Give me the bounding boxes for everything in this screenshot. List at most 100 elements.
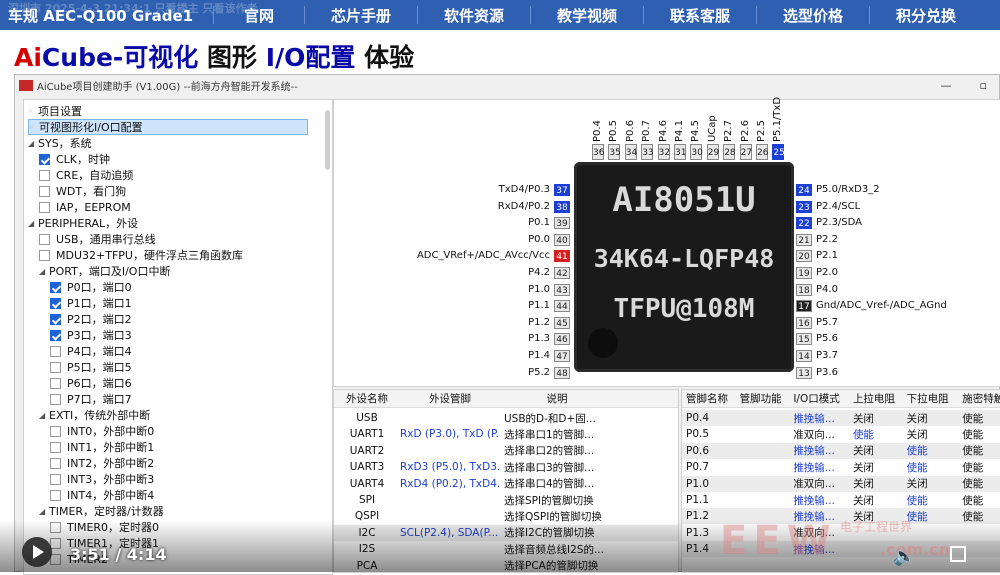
table-row[interactable]: P0.6 推挽输... 关闭 使能 使能 — [682, 442, 1000, 459]
tree-item[interactable]: IAP，EEPROM — [39, 199, 131, 215]
checkbox[interactable] — [39, 249, 50, 261]
pin-pull-down[interactable]: 使能 — [903, 443, 959, 458]
pin-schmitt[interactable]: 使能 — [958, 460, 1000, 475]
pin-number[interactable]: 31 — [674, 144, 686, 160]
checkbox[interactable] — [50, 489, 61, 501]
column-header[interactable]: 外设管脚 — [396, 391, 500, 406]
checkbox[interactable] — [39, 233, 50, 245]
pin-schmitt[interactable]: 使能 — [958, 427, 1000, 442]
nav-item-software[interactable]: 软件资源 — [426, 5, 522, 26]
tree-item[interactable]: INT0，外部中断0 — [50, 423, 154, 439]
column-header[interactable]: 施密特触... — [958, 391, 1000, 406]
checkbox[interactable] — [39, 201, 50, 213]
pin-pull-down[interactable]: 关闭 — [903, 476, 959, 491]
nav-item-service[interactable]: 联系客服 — [652, 5, 748, 26]
pin-schmitt[interactable]: 使能 — [958, 443, 1000, 458]
pin-io-mode[interactable]: 准双向... — [789, 476, 849, 491]
tree-item[interactable]: USB，通用串行总线 — [39, 231, 156, 247]
pin-number[interactable]: 18 — [796, 283, 812, 296]
tree-item[interactable]: ◢ SYS，系统 — [28, 135, 92, 151]
nav-item-points[interactable]: 积分兑换 — [878, 5, 974, 26]
pin-number[interactable]: 26 — [756, 144, 768, 160]
pin-io-mode[interactable]: 推挽输... — [789, 443, 849, 458]
column-header[interactable]: 管脚名称 — [682, 391, 736, 406]
table-row[interactable]: UART4 RxD4 (P0.2), TxD4... 选择串口4的管脚... — [334, 476, 678, 492]
pin-number[interactable]: 44 — [554, 300, 570, 313]
pin-number[interactable]: 24 — [796, 184, 812, 196]
pin-number[interactable]: 38 — [554, 200, 570, 213]
checkbox[interactable] — [39, 185, 50, 197]
pin-number[interactable]: 23 — [796, 200, 812, 213]
expand-arrow-icon[interactable]: ◢ — [28, 139, 38, 148]
tree-item[interactable]: ◢ EXTI，传统外部中断 — [39, 407, 150, 423]
expand-arrow-icon[interactable]: ◢ — [39, 267, 49, 276]
checkbox[interactable] — [39, 153, 50, 165]
pin-number[interactable]: 32 — [657, 144, 670, 160]
pin-number[interactable]: 42 — [554, 267, 570, 279]
checkbox[interactable] — [50, 425, 61, 437]
tree-item[interactable]: MDU32+TFPU，硬件浮点三角函数库 — [39, 247, 243, 263]
tree-item[interactable]: INT3，外部中断3 — [50, 471, 154, 487]
table-row[interactable]: P0.7 推挽输... 关闭 使能 使能 — [682, 459, 1000, 475]
maximize-icon[interactable]: ▫ — [980, 79, 987, 92]
nav-item-video[interactable]: 教学视频 — [539, 5, 635, 26]
pin-number[interactable]: 16 — [796, 316, 812, 329]
play-button[interactable] — [22, 537, 52, 567]
pin-number[interactable]: 34 — [624, 144, 637, 160]
pin-number[interactable]: 29 — [706, 144, 719, 160]
tree-item[interactable]: ◢ PORT，端口及I/O口中断 — [39, 263, 170, 279]
tree-item[interactable]: INT4，外部中断4 — [50, 487, 154, 503]
pin-number[interactable]: 46 — [554, 333, 570, 346]
tree-item[interactable]: ◦ 项目设置 — [28, 103, 82, 119]
minimize-icon[interactable]: — — [941, 79, 952, 92]
checkbox[interactable] — [50, 457, 61, 469]
checkbox[interactable] — [50, 281, 61, 293]
pin-schmitt[interactable]: 使能 — [958, 476, 1000, 491]
pin-number[interactable]: 37 — [554, 184, 570, 196]
column-header[interactable]: 管脚功能 — [736, 391, 790, 406]
table-row[interactable]: UART1 RxD (P3.0), TxD (P... 选择串口1的管脚... — [334, 426, 678, 442]
pin-number[interactable]: 19 — [796, 267, 812, 279]
pin-pull-down[interactable]: 关闭 — [903, 427, 959, 442]
tree-item[interactable]: ◦ 可视图形化I/O口配置 — [28, 119, 308, 135]
checkbox[interactable] — [50, 297, 61, 309]
checkbox[interactable] — [50, 377, 61, 389]
expand-arrow-icon[interactable]: ◢ — [28, 219, 38, 228]
tree-item[interactable]: P0口，端口0 — [50, 279, 132, 295]
tree-item[interactable]: P4口，端口4 — [50, 343, 132, 359]
pin-io-mode[interactable]: 推挽输... — [789, 460, 849, 475]
table-row[interactable]: P1.1 推挽输... 关闭 使能 使能 — [682, 492, 1000, 508]
tree-item[interactable]: INT2，外部中断2 — [50, 455, 154, 471]
expand-arrow-icon[interactable]: ◢ — [39, 411, 49, 420]
expand-arrow-icon[interactable]: ◢ — [39, 507, 49, 516]
pin-number[interactable]: 35 — [608, 144, 621, 160]
column-header[interactable]: I/O口模式 — [789, 391, 849, 406]
tree-item[interactable]: CRE，自动追频 — [39, 167, 133, 183]
table-row[interactable]: USB USB的D-和D+固... — [334, 410, 678, 426]
volume-icon[interactable]: 🔈 — [893, 546, 915, 567]
table-row[interactable]: SPI 选择SPI的管脚切换 — [334, 492, 678, 508]
table-row[interactable]: P0.4 推挽输... 关闭 关闭 使能 — [682, 410, 1000, 426]
pin-number[interactable]: 41 — [554, 250, 570, 263]
tree-item[interactable]: P3口，端口3 — [50, 327, 132, 343]
pin-pull-down[interactable]: 关闭 — [903, 411, 959, 426]
checkbox[interactable] — [50, 345, 61, 357]
pin-number[interactable]: 47 — [554, 350, 570, 362]
pin-number[interactable]: 14 — [796, 350, 812, 362]
pin-number[interactable]: 22 — [796, 217, 812, 230]
table-row[interactable]: UART2 选择串口2的管脚... — [334, 443, 678, 459]
pin-pull-up[interactable]: 关闭 — [849, 460, 903, 475]
pin-number[interactable]: 33 — [641, 144, 654, 160]
pin-schmitt[interactable]: 使能 — [958, 411, 1000, 426]
tree-item[interactable]: WDT，看门狗 — [39, 183, 126, 199]
pin-schmitt[interactable]: 使能 — [958, 493, 1000, 508]
pin-number[interactable]: 15 — [796, 333, 812, 346]
fullscreen-icon[interactable] — [950, 546, 966, 562]
checkbox[interactable] — [50, 361, 61, 373]
pin-io-mode[interactable]: 推挽输... — [789, 411, 849, 426]
pin-number[interactable]: 48 — [554, 366, 570, 379]
pin-number[interactable]: 43 — [554, 283, 570, 296]
pin-io-mode[interactable]: 准双向... — [789, 427, 849, 442]
table-row[interactable]: P1.0 准双向... 关闭 关闭 使能 — [682, 475, 1000, 492]
tree-item[interactable]: ◢ TIMER，定时器/计数器 — [39, 503, 164, 519]
